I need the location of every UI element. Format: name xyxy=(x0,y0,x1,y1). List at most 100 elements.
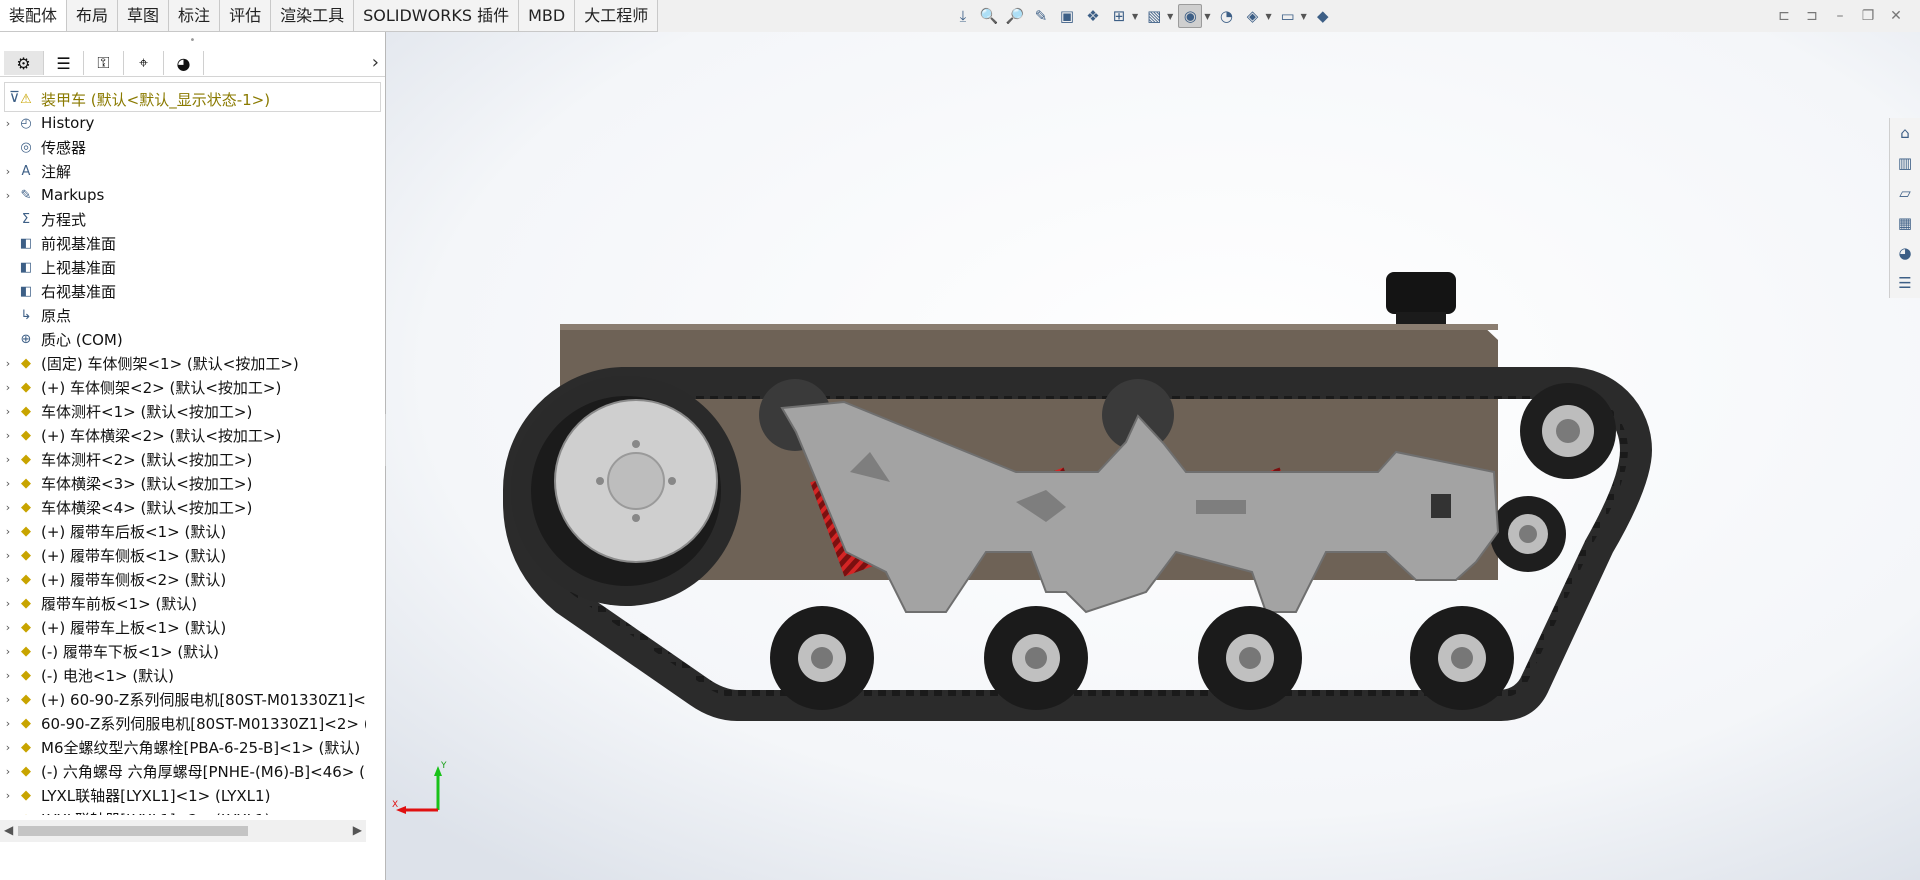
graphics-area[interactable]: ⌂ ▥ ▱ ▦ ◕ ☰ xyxy=(386,32,1920,880)
display-style-icon[interactable]: ▧ xyxy=(1143,5,1165,27)
dropdown-caret-icon[interactable]: ▼ xyxy=(1204,12,1210,21)
tree-item[interactable]: ◧ 上视基准面 xyxy=(0,255,366,279)
zoom-area-icon[interactable]: 🔍 xyxy=(978,5,1000,27)
apply-scene-icon[interactable]: ❖ xyxy=(1082,5,1104,27)
tree-item[interactable]: › ◆ (-) 履带车下板<1> (默认) xyxy=(0,639,366,663)
expand-arrow-icon[interactable]: › xyxy=(0,453,16,466)
tree-item[interactable]: Σ 方程式 xyxy=(0,207,366,231)
tree-item[interactable]: › ◆ (固定) 车体侧架<1> (默认<按加工>) xyxy=(0,351,366,375)
expand-arrow-icon[interactable]: › xyxy=(0,573,16,586)
hide-show-items-icon[interactable]: ◉ xyxy=(1178,4,1203,28)
custom-properties-icon[interactable]: ☰ xyxy=(1890,268,1920,298)
dropdown-caret-icon[interactable]: ▼ xyxy=(1132,12,1138,21)
tree-item[interactable]: › ◆ (+) 履带车侧板<1> (默认) xyxy=(0,543,366,567)
tab-1[interactable]: 布局 xyxy=(67,0,119,31)
tree-item[interactable]: ↳ 原点 xyxy=(0,303,366,327)
tree-item[interactable]: › ◆ 车体测杆<2> (默认<按加工>) xyxy=(0,447,366,471)
tree-item[interactable]: › ◆ (+) 车体侧架<2> (默认<按加工>) xyxy=(0,375,366,399)
tree-item[interactable]: › ✎ Markups xyxy=(0,183,366,207)
tree-item[interactable]: › A 注解 xyxy=(0,159,366,183)
expand-arrow-icon[interactable]: › xyxy=(0,357,16,370)
expand-arrow-icon[interactable]: › xyxy=(0,645,16,658)
expand-arrow-icon[interactable]: › xyxy=(0,405,16,418)
file-explorer-icon[interactable]: ▱ xyxy=(1890,178,1920,208)
tree-item[interactable]: › ◆ (-) 六角螺母 六角厚螺母[PNHE-(M6)-B]<46> ( xyxy=(0,759,366,783)
scroll-left-icon[interactable]: ◀ xyxy=(4,823,13,837)
expand-arrow-icon[interactable]: › xyxy=(0,693,16,706)
restore-icon[interactable]: ❐ xyxy=(1854,4,1882,28)
dimxpert-manager-tab[interactable]: ⌖ xyxy=(124,51,164,75)
expand-arrow-icon[interactable]: › xyxy=(0,549,16,562)
property-manager-tab[interactable]: ☰ xyxy=(44,51,84,75)
view-orientation-icon[interactable]: ⊞ xyxy=(1108,5,1130,27)
tab-3[interactable]: 标注 xyxy=(169,0,221,31)
tab-7[interactable]: MBD xyxy=(519,0,576,31)
tab-6[interactable]: SOLIDWORKS 插件 xyxy=(354,0,520,31)
tree-horizontal-scrollbar[interactable]: ◀ ▶ xyxy=(0,820,366,842)
view-palette-icon[interactable]: ▦ xyxy=(1890,208,1920,238)
feature-manager-tab[interactable]: ⚙ xyxy=(4,51,44,75)
restore-right-icon[interactable]: ⊐ xyxy=(1798,4,1826,28)
apply-appearance-icon[interactable]: ◈ xyxy=(1241,5,1263,27)
tree-item[interactable]: › ◆ 车体横梁<3> (默认<按加工>) xyxy=(0,471,366,495)
tree-item[interactable]: › ◆ (+) 车体横梁<2> (默认<按加工>) xyxy=(0,423,366,447)
tree-item[interactable]: › ◆ (+) 履带车侧板<2> (默认) xyxy=(0,567,366,591)
solidworks-resources-icon[interactable]: ⌂ xyxy=(1890,118,1920,148)
tree-item[interactable]: ⚠ 装甲车 (默认<默认_显示状态-1>) xyxy=(0,87,366,111)
view-settings-icon[interactable]: ▭ xyxy=(1277,5,1299,27)
display-manager-tab[interactable]: ◕ xyxy=(164,51,204,75)
dropdown-caret-icon[interactable]: ▼ xyxy=(1167,12,1173,21)
design-library-icon[interactable]: ▥ xyxy=(1890,148,1920,178)
expand-arrow-icon[interactable]: › xyxy=(0,429,16,442)
scroll-right-icon[interactable]: ▶ xyxy=(353,823,362,837)
expand-arrow-icon[interactable]: › xyxy=(0,813,16,816)
dropdown-caret-icon[interactable]: ▼ xyxy=(1301,12,1307,21)
expand-arrow-icon[interactable]: › xyxy=(0,117,16,130)
expand-arrow-icon[interactable]: › xyxy=(0,381,16,394)
tree-item[interactable]: ◧ 前视基准面 xyxy=(0,231,366,255)
tree-item[interactable]: ◎ 传感器 xyxy=(0,135,366,159)
tree-item[interactable]: ›◆ LYXL联轴器[LYXL1]<2> (LYXL1) xyxy=(0,807,366,816)
tree-item[interactable]: › ◆ (+) 60-90-Z系列伺服电机[80ST-M01330Z1]< xyxy=(0,687,366,711)
restore-left-icon[interactable]: ⊏ xyxy=(1770,4,1798,28)
tree-item[interactable]: › ◆ 车体测杆<1> (默认<按加工>) xyxy=(0,399,366,423)
tab-5[interactable]: 渲染工具 xyxy=(271,0,355,31)
expand-arrow-icon[interactable]: › xyxy=(0,741,16,754)
minimize-icon[interactable]: – xyxy=(1826,4,1854,28)
tree-item[interactable]: › ◆ (+) 履带车后板<1> (默认) xyxy=(0,519,366,543)
tree-item[interactable]: ⊕ 质心 (COM) xyxy=(0,327,366,351)
appearances-scenes-icon[interactable]: ◕ xyxy=(1890,238,1920,268)
tree-item[interactable]: ◧ 右视基准面 xyxy=(0,279,366,303)
panel-grip[interactable]: • xyxy=(0,32,385,50)
tab-2[interactable]: 草图 xyxy=(118,0,170,31)
tree-item[interactable]: › ◆ 车体横梁<4> (默认<按加工>) xyxy=(0,495,366,519)
close-icon[interactable]: ✕ xyxy=(1882,4,1910,28)
tree-item[interactable]: › ◆ M6全螺纹型六角螺栓[PBA-6-25-B]<1> (默认) xyxy=(0,735,366,759)
section-view-icon[interactable]: ✎ xyxy=(1030,5,1052,27)
tree-item[interactable]: › ◆ (+) 履带车上板<1> (默认) xyxy=(0,615,366,639)
tree-item[interactable]: › ◆ (-) 电池<1> (默认) xyxy=(0,663,366,687)
tree-item[interactable]: › ◆ LYXL联轴器[LYXL1]<1> (LYXL1) xyxy=(0,783,366,807)
configuration-manager-tab[interactable]: ⚿ xyxy=(84,51,124,75)
tree-hscroll-thumb[interactable] xyxy=(18,826,248,836)
more-tabs-icon[interactable]: › xyxy=(372,52,379,73)
expand-arrow-icon[interactable]: › xyxy=(0,189,16,202)
tab-8[interactable]: 大工程师 xyxy=(575,0,659,31)
expand-arrow-icon[interactable]: › xyxy=(0,789,16,802)
tree-item[interactable]: › ◴ History xyxy=(0,111,366,135)
previous-view-icon[interactable]: 🔎 xyxy=(1004,5,1026,27)
expand-arrow-icon[interactable]: › xyxy=(0,717,16,730)
dropdown-caret-icon[interactable]: ▼ xyxy=(1265,12,1271,21)
expand-arrow-icon[interactable]: › xyxy=(0,501,16,514)
tab-0[interactable]: 装配体 xyxy=(0,0,68,31)
tab-4[interactable]: 评估 xyxy=(220,0,272,31)
expand-arrow-icon[interactable]: › xyxy=(0,477,16,490)
dynamic-annotation-icon[interactable]: ▣ xyxy=(1056,5,1078,27)
expand-arrow-icon[interactable]: › xyxy=(0,621,16,634)
3d-view-cube-icon[interactable]: ◆ xyxy=(1312,5,1334,27)
expand-arrow-icon[interactable]: › xyxy=(0,525,16,538)
expand-arrow-icon[interactable]: › xyxy=(0,669,16,682)
tree-item[interactable]: › ◆ 60-90-Z系列伺服电机[80ST-M01330Z1]<2> ( xyxy=(0,711,366,735)
expand-arrow-icon[interactable]: › xyxy=(0,165,16,178)
zoom-to-fit-icon[interactable]: ⤓ xyxy=(952,5,974,27)
